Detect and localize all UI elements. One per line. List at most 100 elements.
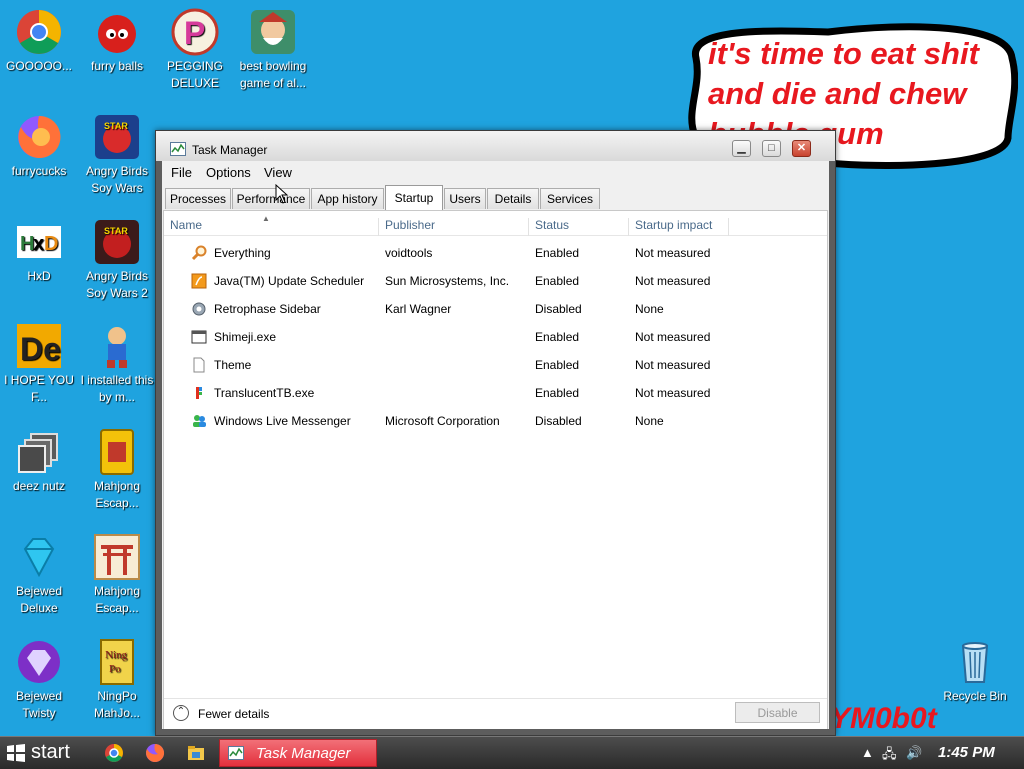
desktop-icon-recycle-bin[interactable]: Recycle Bin bbox=[936, 638, 1014, 705]
sort-arrow-icon: ▲ bbox=[262, 214, 270, 223]
disable-button[interactable]: Disable bbox=[735, 702, 820, 723]
row-publisher: Karl Wagner bbox=[385, 302, 452, 316]
menu-view[interactable]: View bbox=[264, 165, 292, 180]
row-name: Windows Live Messenger bbox=[214, 414, 351, 428]
window-body: File Options View Processes Performance … bbox=[162, 161, 829, 729]
desktop-icon-ningpo[interactable]: Ning Po NingPo MahJo... bbox=[78, 638, 156, 722]
desktop-icon-chrome[interactable]: GOOOOO... bbox=[0, 8, 78, 75]
window-stack-icon bbox=[18, 433, 58, 473]
desktop-icon-label: best bowling game of al... bbox=[239, 59, 307, 90]
task-manager-icon bbox=[170, 142, 186, 156]
row-status: Enabled bbox=[535, 246, 580, 260]
tab-users[interactable]: Users bbox=[444, 188, 486, 209]
row-status: Enabled bbox=[535, 274, 580, 288]
recycle-bin-icon bbox=[961, 642, 989, 683]
background-text: YM0b0t bbox=[830, 702, 937, 735]
tab-bar: Processes Performance App history Startu… bbox=[162, 185, 829, 211]
desktop-icon-furry-balls[interactable]: furry balls bbox=[78, 8, 156, 75]
tab-services[interactable]: Services bbox=[540, 188, 600, 209]
column-header-status[interactable]: Status bbox=[529, 218, 629, 236]
windows-logo-icon bbox=[7, 744, 25, 762]
table-row[interactable]: Windows Live Messenger Microsoft Corporat… bbox=[164, 407, 827, 435]
tab-performance[interactable]: Performance bbox=[232, 188, 310, 209]
chrome-icon bbox=[17, 10, 61, 54]
tab-app-history[interactable]: App history bbox=[311, 188, 384, 209]
row-status: Enabled bbox=[535, 358, 580, 372]
tab-processes[interactable]: Processes bbox=[165, 188, 231, 209]
network-icon[interactable]: 🖧 bbox=[882, 745, 898, 761]
desktop: it's time to eat shit and die and chew b… bbox=[0, 0, 1024, 768]
row-publisher: Microsoft Corporation bbox=[385, 414, 500, 428]
desktop-icon-label: I installed this by m... bbox=[80, 373, 154, 404]
row-status: Disabled bbox=[535, 302, 582, 316]
column-header-publisher[interactable]: Publisher bbox=[379, 218, 529, 236]
file-explorer-icon[interactable] bbox=[186, 743, 206, 763]
table-row[interactable]: Java(TM) Update Scheduler Sun Microsystem… bbox=[164, 267, 827, 295]
desktop-icon-label: Recycle Bin bbox=[943, 689, 1007, 703]
taskbar-task-manager-button[interactable]: Task Manager bbox=[219, 739, 377, 767]
row-startup-impact: Not measured bbox=[635, 246, 711, 260]
table-row[interactable]: TranslucentTB.exe Enabled Not measured bbox=[164, 379, 827, 407]
maximize-button[interactable]: □ bbox=[762, 140, 781, 157]
tab-details[interactable]: Details bbox=[487, 188, 539, 209]
row-status: Enabled bbox=[535, 330, 580, 344]
chevron-up-icon[interactable]: ⌃ bbox=[173, 705, 189, 721]
table-row[interactable]: Everything voidtools Enabled Not measured bbox=[164, 239, 827, 267]
desktop-icon-label: furrycucks bbox=[11, 164, 67, 178]
menu-file[interactable]: File bbox=[171, 165, 192, 180]
firefox-icon[interactable] bbox=[145, 743, 165, 763]
tab-startup[interactable]: Startup bbox=[385, 185, 443, 211]
svg-text:x: x bbox=[33, 233, 44, 255]
desktop-icon-pegging[interactable]: P PEGGING DELUXE bbox=[156, 8, 234, 92]
row-startup-impact: Not measured bbox=[635, 330, 711, 344]
desktop-icon-installed[interactable]: I installed this by m... bbox=[78, 322, 156, 406]
row-name: Everything bbox=[214, 246, 271, 260]
desktop-icon-bejewed-deluxe[interactable]: Bejewed Deluxe bbox=[0, 533, 78, 617]
taskbar-task-label: Task Manager bbox=[256, 745, 351, 762]
hxd-icon: H x D bbox=[17, 226, 61, 258]
minimize-button[interactable]: ▁ bbox=[732, 140, 751, 157]
close-button[interactable]: ✕ bbox=[792, 140, 811, 157]
gear-icon bbox=[191, 301, 207, 317]
svg-text:Ning: Ning bbox=[105, 649, 128, 661]
app-window-icon bbox=[191, 329, 207, 345]
svg-text:STAR: STAR bbox=[104, 226, 128, 236]
messenger-icon bbox=[191, 413, 207, 429]
svg-text:STAR: STAR bbox=[104, 121, 128, 131]
column-header-name[interactable]: ▲ Name bbox=[164, 214, 379, 236]
bowling-elf-icon bbox=[251, 10, 295, 54]
table-row[interactable]: Theme Enabled Not measured bbox=[164, 351, 827, 379]
desktop-icon-angry-birds-2[interactable]: STAR Angry Birds Soy Wars 2 bbox=[78, 218, 156, 302]
desktop-icon-label: Angry Birds Soy Wars 2 bbox=[85, 269, 149, 300]
table-row[interactable]: Retrophase Sidebar Karl Wagner Disabled Non… bbox=[164, 295, 827, 323]
column-header-startup-impact[interactable]: Startup impact bbox=[629, 218, 729, 236]
clock[interactable]: 1:45 PM bbox=[938, 744, 995, 761]
row-name: Theme bbox=[214, 358, 252, 372]
desktop-icon-deez-nutz[interactable]: deez nutz bbox=[0, 428, 78, 495]
fewer-details-link[interactable]: Fewer details bbox=[198, 707, 269, 721]
desktop-icon-mahjong-1[interactable]: Mahjong Escap... bbox=[78, 428, 156, 512]
blank-file-icon bbox=[191, 357, 207, 373]
magnifier-icon bbox=[191, 245, 207, 261]
volume-icon[interactable]: 🔊 bbox=[906, 745, 922, 761]
show-hidden-icons-icon[interactable]: ▲ bbox=[861, 745, 877, 761]
column-headers: ▲ Name Publisher Status Startup impact bbox=[164, 211, 827, 236]
desktop-icon-firefox[interactable]: furrycucks bbox=[0, 113, 78, 180]
desktop-icon-mahjong-2[interactable]: Mahjong Escap... bbox=[78, 533, 156, 617]
row-name: Shimeji.exe bbox=[214, 330, 277, 344]
menu-options[interactable]: Options bbox=[206, 165, 251, 180]
row-name: Retrophase Sidebar bbox=[214, 302, 321, 316]
title-bar[interactable]: Task Manager ▁ □ ✕ bbox=[156, 131, 835, 161]
desktop-icon-de[interactable]: De I HOPE YOU F... bbox=[0, 322, 78, 406]
desktop-icon-angry-birds[interactable]: STAR Angry Birds Soy Wars bbox=[78, 113, 156, 197]
desktop-icon-hxd[interactable]: H x D HxD bbox=[0, 218, 78, 285]
chrome-icon[interactable] bbox=[104, 743, 124, 763]
start-button[interactable]: start bbox=[0, 737, 94, 769]
task-manager-icon bbox=[228, 746, 244, 760]
desktop-icon-bejewed-twisty[interactable]: Bejewed Twisty bbox=[0, 638, 78, 722]
table-row[interactable]: Shimeji.exe Enabled Not measured bbox=[164, 323, 827, 351]
de-icon: De bbox=[17, 324, 61, 368]
angry-birds-2-icon: STAR bbox=[95, 220, 139, 264]
desktop-icon-label: Mahjong Escap... bbox=[93, 584, 141, 615]
desktop-icon-bowling[interactable]: best bowling game of al... bbox=[234, 8, 312, 92]
